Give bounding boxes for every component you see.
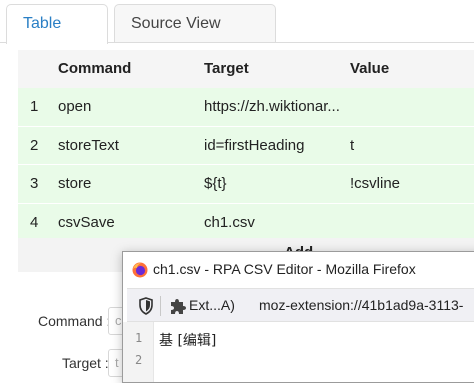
window-title: ch1.csv - RPA CSV Editor - Mozilla Firef… <box>153 261 416 277</box>
command-label: Command : <box>38 313 111 329</box>
row-index: 2 <box>30 136 39 154</box>
editor-line-text[interactable]: 基 [编辑] <box>159 330 216 350</box>
tab-source-view[interactable]: Source View (JSON) <box>114 4 276 70</box>
header-target: Target <box>204 60 249 77</box>
line-number: 1 <box>135 331 143 345</box>
shield-icon[interactable] <box>138 297 154 315</box>
window-titlebar[interactable]: ch1.csv - RPA CSV Editor - Mozilla Firef… <box>123 252 474 288</box>
row-command: store <box>58 175 92 192</box>
table-row[interactable]: 4 csvSave ch1.csv <box>18 203 474 242</box>
csv-editor[interactable]: 1 2 基 [编辑] <box>123 322 474 382</box>
row-command: open <box>58 98 92 115</box>
target-label: Target : <box>62 355 109 371</box>
table-header: Command Target Value <box>18 50 474 88</box>
row-index: 4 <box>30 213 39 231</box>
extension-label[interactable]: Ext...A) <box>189 297 235 313</box>
tab-bar: Table View Source View (JSON) <box>0 0 474 70</box>
header-command: Command <box>58 60 132 77</box>
row-command: csvSave <box>58 213 115 231</box>
url-bar[interactable]: Ext...A) moz-extension://41b1ad9a-3113- <box>127 288 474 322</box>
commands-table: Command Target Value 1 open https://zh.w… <box>18 50 474 242</box>
row-index: 1 <box>30 98 39 115</box>
puzzle-icon <box>171 299 186 314</box>
firefox-icon <box>132 262 148 278</box>
row-command: storeText <box>58 136 119 154</box>
row-value: !csvline <box>350 175 401 192</box>
url-text[interactable]: moz-extension://41b1ad9a-3113- <box>259 297 463 313</box>
csv-editor-window[interactable]: ch1.csv - RPA CSV Editor - Mozilla Firef… <box>122 251 474 383</box>
table-row[interactable]: 1 open https://zh.wiktionar... <box>18 88 474 127</box>
row-target: id=firstHeading <box>204 136 305 154</box>
table-row[interactable]: 2 storeText id=firstHeading t <box>18 126 474 165</box>
row-value: t <box>350 136 355 154</box>
row-target: https://zh.wiktionar... <box>204 98 340 115</box>
table-row[interactable]: 3 store ${t} !csvline <box>18 165 474 204</box>
row-target: ${t} <box>204 175 227 192</box>
header-value: Value <box>350 60 390 77</box>
line-number: 2 <box>135 353 143 367</box>
row-index: 3 <box>30 175 39 192</box>
row-target: ch1.csv <box>204 213 255 231</box>
tab-table-view[interactable]: Table View <box>6 4 108 70</box>
line-number-gutter: 1 2 <box>123 322 154 382</box>
